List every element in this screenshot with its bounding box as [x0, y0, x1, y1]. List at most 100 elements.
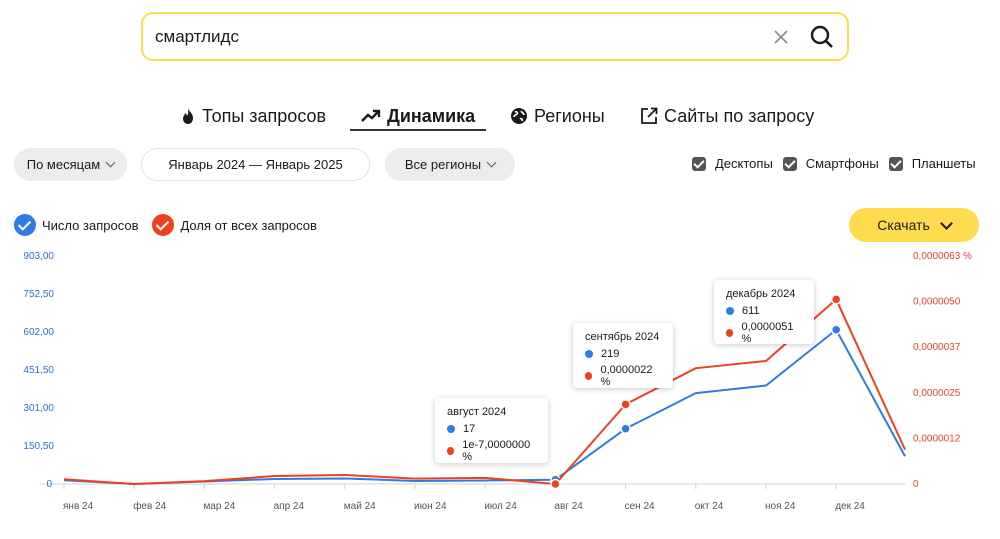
checkbox-label: Десктопы	[715, 156, 773, 171]
legend-dot	[447, 425, 455, 433]
device-filters: Десктопы Смартфоны Планшеты	[692, 156, 986, 171]
y-left-tick-label: 602,00	[23, 327, 54, 338]
tooltip-row-share: 0,0000022 %	[585, 364, 661, 388]
y-left-tick-label: 752,50	[23, 289, 54, 300]
tab-bar: Топы запросов Динамика Регионы Сайты по …	[0, 103, 1000, 131]
tooltip-title: декабрь 2024	[726, 288, 796, 300]
y-right-tick-label: 0,0000063 %	[913, 251, 972, 262]
tab-regions[interactable]: Регионы	[510, 103, 605, 129]
y-right-tick-label: 0,0000050	[913, 297, 961, 308]
chevron-down-icon	[105, 157, 116, 168]
tooltip-row-count: 611	[726, 305, 802, 317]
tooltip-row-count: 219	[585, 348, 661, 360]
globe-icon	[511, 108, 527, 124]
tab-sites[interactable]: Сайты по запросу	[640, 103, 814, 129]
fire-icon	[183, 108, 193, 124]
legend-dot	[726, 307, 734, 315]
legend-dot	[447, 447, 455, 455]
checkbox-tablets[interactable]: Планшеты	[888, 156, 976, 171]
tooltip-row-count: 17	[447, 423, 536, 435]
x-tick-label: авг 24	[554, 501, 583, 512]
x-tick-label: фев 24	[133, 500, 166, 512]
check-icon	[14, 214, 36, 236]
data-point-count	[830, 324, 842, 335]
chart-legend: Число запросов Доля от всех запросов	[14, 214, 331, 236]
chevron-down-icon	[939, 216, 953, 230]
tooltip-aug: август 2024 17 1e-7,0000000 %	[435, 398, 548, 463]
y-left-tick-label: 301,00	[23, 403, 54, 414]
legend-item-count[interactable]: Число запросов	[14, 214, 138, 236]
x-tick-label: дек 24	[835, 501, 865, 512]
search-input[interactable]: смартлидс	[155, 27, 239, 47]
y-right-tick-label: 0,0000037	[913, 342, 961, 353]
check-icon	[152, 214, 175, 236]
chevron-down-icon	[486, 157, 497, 168]
checkbox-smartphones[interactable]: Смартфоны	[782, 156, 879, 171]
y-left-tick-label: 150,50	[23, 441, 54, 452]
search-bar[interactable]: смартлидс	[141, 12, 849, 61]
legend-dot	[585, 350, 593, 358]
x-tick-label: июн 24	[414, 501, 447, 512]
checkbox-label: Смартфоны	[805, 156, 879, 171]
data-point-share	[620, 399, 631, 410]
x-tick-label: сен 24	[625, 501, 655, 512]
tooltip-title: август 2024	[447, 406, 507, 418]
data-point-share	[550, 478, 561, 490]
tab-dynamics[interactable]: Динамика	[350, 103, 487, 131]
tooltip-count: 219	[601, 348, 620, 360]
external-link-icon	[641, 107, 658, 124]
region-label: Все регионы	[404, 157, 482, 172]
y-right-tick-label: 0	[913, 479, 919, 490]
x-tick-label: май 24	[344, 501, 376, 512]
x-tick-label: окт 24	[695, 501, 724, 512]
x-tick-label: апр 24	[274, 501, 305, 512]
period-select[interactable]: По месяцам	[14, 148, 127, 181]
legend-dot	[726, 329, 734, 337]
tooltip-sep: сентябрь 2024 219 0,0000022 %	[573, 323, 673, 388]
x-tick-label: июл 24	[484, 501, 517, 512]
date-range-picker[interactable]: Январь 2024 — Январь 2025	[141, 148, 370, 181]
checkbox-desktops[interactable]: Десктопы	[692, 156, 773, 171]
y-left-tick-label: 0	[46, 479, 52, 490]
region-select[interactable]: Все регионы	[385, 148, 515, 181]
tooltip-count: 611	[742, 305, 760, 317]
clear-icon[interactable]	[771, 27, 791, 47]
y-right-tick-label: 0,0000025	[913, 388, 961, 399]
tooltip-count: 17	[463, 423, 476, 435]
checkbox-icon	[888, 156, 903, 171]
y-right-tick-label: 0,0000012	[913, 433, 961, 444]
download-label: Скачать	[877, 217, 930, 233]
data-point-share	[830, 294, 842, 305]
y-left-tick-label: 903,00	[23, 251, 54, 262]
tooltip-share: 0,0000022 %	[600, 364, 653, 388]
line-chart: янв 24 фев 24 мар 24 апр 24 май 24 июн 24 июл …	[23, 251, 972, 512]
search-icon[interactable]	[809, 24, 835, 50]
x-tick-label: мар 24	[203, 501, 235, 512]
legend-label: Доля от всех запросов	[180, 217, 317, 233]
date-range-label: Январь 2024 — Январь 2025	[168, 157, 343, 172]
tab-label: Сайты по запросу	[664, 105, 815, 126]
x-tick-label: ноя 24	[765, 501, 796, 512]
trend-icon	[361, 109, 381, 122]
legend-label: Число запросов	[42, 217, 139, 233]
tab-label: Топы запросов	[202, 105, 327, 126]
tooltip-row-share: 0,0000051 %	[726, 321, 802, 345]
data-point-count	[620, 423, 631, 434]
x-tick-label: янв 24	[63, 501, 94, 512]
tab-label: Динамика	[387, 105, 476, 126]
checkbox-label: Планшеты	[911, 156, 976, 171]
legend-item-share[interactable]: Доля от всех запросов	[152, 214, 317, 236]
download-button[interactable]: Скачать	[849, 208, 979, 242]
period-label: По месяцам	[26, 157, 101, 172]
checkbox-icon	[782, 156, 797, 171]
tab-tops[interactable]: Топы запросов	[180, 103, 326, 129]
legend-dot	[585, 372, 593, 380]
y-left-tick-label: 451,50	[23, 365, 54, 376]
tooltip-share: 1e-7,0000000 %	[462, 439, 531, 463]
tooltip-dec: декабрь 2024 611 0,0000051 %	[714, 280, 814, 345]
tooltip-share: 0,0000051 %	[741, 321, 794, 345]
checkbox-icon	[692, 156, 706, 171]
tooltip-row-share: 1e-7,0000000 %	[447, 439, 536, 463]
tooltip-title: сентябрь 2024	[585, 331, 660, 343]
tab-label: Регионы	[534, 105, 605, 126]
